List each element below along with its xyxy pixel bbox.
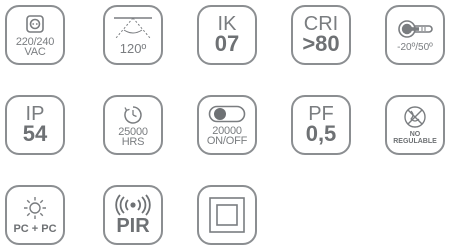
toggle-icon <box>208 105 246 122</box>
beam-angle-label: 120º <box>119 40 147 56</box>
beam-angle-tile: 120º <box>103 5 163 65</box>
voltage-label: 220/240 VAC <box>15 36 55 58</box>
no-dimmer-icon <box>404 106 426 128</box>
clock-icon <box>124 105 142 124</box>
temperature-tile: -20º/50º <box>385 5 445 65</box>
switching-label: 20000 ON/OFF <box>206 124 248 147</box>
temperature-label: -20º/50º <box>397 42 433 53</box>
double-square-icon <box>209 197 245 233</box>
socket-icon <box>26 15 44 33</box>
spec-icon-grid: 220/240 VAC 120º IK 07 CRI >80 -20º/50º … <box>0 0 451 249</box>
class-ii-tile <box>197 185 257 245</box>
cri-value: >80 <box>302 31 340 56</box>
signal-waves-icon <box>115 194 151 216</box>
switching-tile: 20000 ON/OFF <box>197 95 257 155</box>
ik-value: 07 <box>214 31 240 56</box>
sensor-tile: PIR <box>103 185 163 245</box>
material-tile: PC + PC <box>5 185 65 245</box>
dimming-tile: NO REGULABLE <box>385 95 445 155</box>
dimming-label: NO REGULABLE <box>393 131 437 145</box>
lifetime-tile: 25000 HRS <box>103 95 163 155</box>
beam-angle-icon <box>114 16 152 38</box>
sun-gear-icon <box>24 196 46 219</box>
lifetime-label: 25000 HRS <box>118 125 148 148</box>
material-label: PC + PC <box>13 222 57 235</box>
pf-value: 0,5 <box>305 121 337 146</box>
voltage-tile: 220/240 VAC <box>5 5 65 65</box>
thermometer-icon <box>398 20 433 38</box>
ip-tile: IP 54 <box>5 95 65 155</box>
power-factor-tile: PF 0,5 <box>291 95 351 155</box>
cri-tile: CRI >80 <box>291 5 351 65</box>
ik-tile: IK 07 <box>197 5 257 65</box>
sensor-label: PIR <box>116 215 150 237</box>
ip-value: 54 <box>22 121 48 146</box>
